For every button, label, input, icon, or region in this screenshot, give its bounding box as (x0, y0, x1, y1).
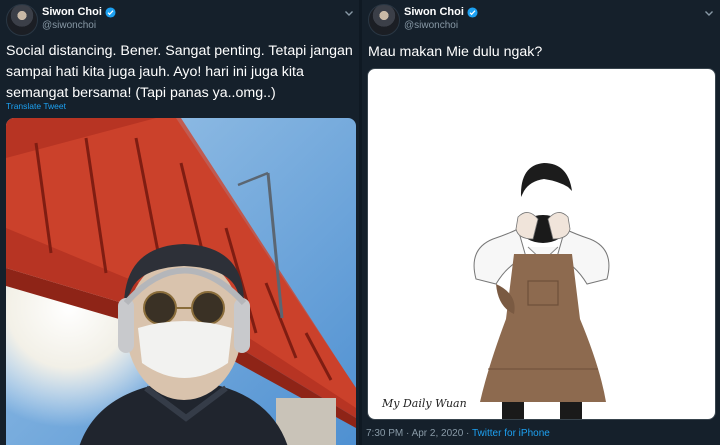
drawing-image (473, 163, 610, 419)
drawing-signature: My Daily Wuan (382, 397, 467, 410)
tweet-source-link[interactable]: Twitter for iPhone (472, 428, 550, 439)
tweet-card[interactable]: Siwon Choi @siwonchoi Social distancing.… (0, 0, 360, 445)
tweet-timestamp[interactable]: 7:30 PM · Apr 2, 2020 · (366, 428, 472, 439)
author-block: Siwon Choi @siwonchoi (404, 6, 478, 31)
author-handle[interactable]: @siwonchoi (404, 20, 478, 31)
avatar[interactable] (368, 4, 400, 36)
verified-badge-icon (105, 6, 116, 18)
tweet-photo[interactable] (6, 118, 356, 445)
tweet-text: Mau makan Mie dulu ngak? (368, 44, 543, 60)
chevron-down-icon[interactable] (704, 8, 714, 18)
author-name[interactable]: Siwon Choi (404, 6, 464, 18)
selfie-image (6, 118, 356, 445)
translate-tweet-link[interactable]: Translate Tweet (6, 101, 66, 111)
tweet-drawing[interactable]: My Daily Wuan (367, 68, 716, 420)
tweet-footer: 7:30 PM · Apr 2, 2020 · Twitter for iPho… (366, 428, 550, 439)
tweet-header: Siwon Choi @siwonchoi (368, 4, 720, 36)
author-block: Siwon Choi @siwonchoi (42, 6, 116, 31)
author-name[interactable]: Siwon Choi (42, 6, 102, 18)
tweet-header: Siwon Choi @siwonchoi (6, 4, 360, 36)
author-handle[interactable]: @siwonchoi (42, 20, 116, 31)
chevron-down-icon[interactable] (344, 8, 354, 18)
tweet-card[interactable]: Siwon Choi @siwonchoi Mau makan Mie dulu… (362, 0, 720, 445)
avatar[interactable] (6, 4, 38, 36)
tweet-text: Social distancing. Bener. Sangat penting… (6, 43, 353, 101)
verified-badge-icon (467, 6, 478, 18)
